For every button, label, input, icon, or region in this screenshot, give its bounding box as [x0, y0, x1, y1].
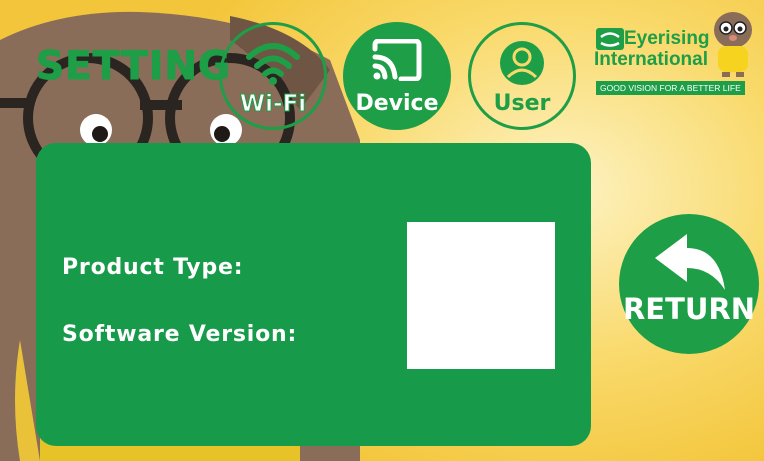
brand-tagline: GOOD VISION FOR A BETTER LIFE — [596, 81, 745, 95]
return-label: RETURN — [622, 292, 756, 326]
device-label: Device — [355, 91, 439, 116]
product-type-label: Product Type: — [62, 255, 244, 280]
wifi-label: Wi-Fi — [239, 91, 307, 118]
brand-name: Eyerising International — [594, 28, 710, 70]
qr-code-box — [407, 222, 555, 369]
device-info-panel: Product Type: Software Version: — [36, 143, 591, 446]
wifi-icon — [246, 43, 300, 85]
settings-screen: SETTING Wi-Fi Device User Eyerising Inte… — [0, 0, 764, 461]
return-arrow-icon — [655, 234, 725, 290]
user-button[interactable]: User — [468, 22, 576, 130]
software-version-label: Software Version: — [62, 322, 298, 347]
wifi-button[interactable]: Wi-Fi — [219, 22, 327, 130]
device-button[interactable]: Device — [343, 22, 451, 130]
return-button[interactable]: RETURN — [619, 214, 759, 354]
brand-logo: Eyerising International GOOD VISION FOR … — [594, 8, 760, 100]
user-label: User — [493, 91, 551, 116]
brand-name-line1: Eyerising — [624, 28, 710, 49]
mascot-logo-icon — [714, 12, 752, 77]
user-icon — [500, 41, 544, 85]
brand-name-line2: International — [594, 49, 709, 70]
cast-icon — [372, 39, 422, 81]
page-title: SETTING — [36, 44, 231, 90]
